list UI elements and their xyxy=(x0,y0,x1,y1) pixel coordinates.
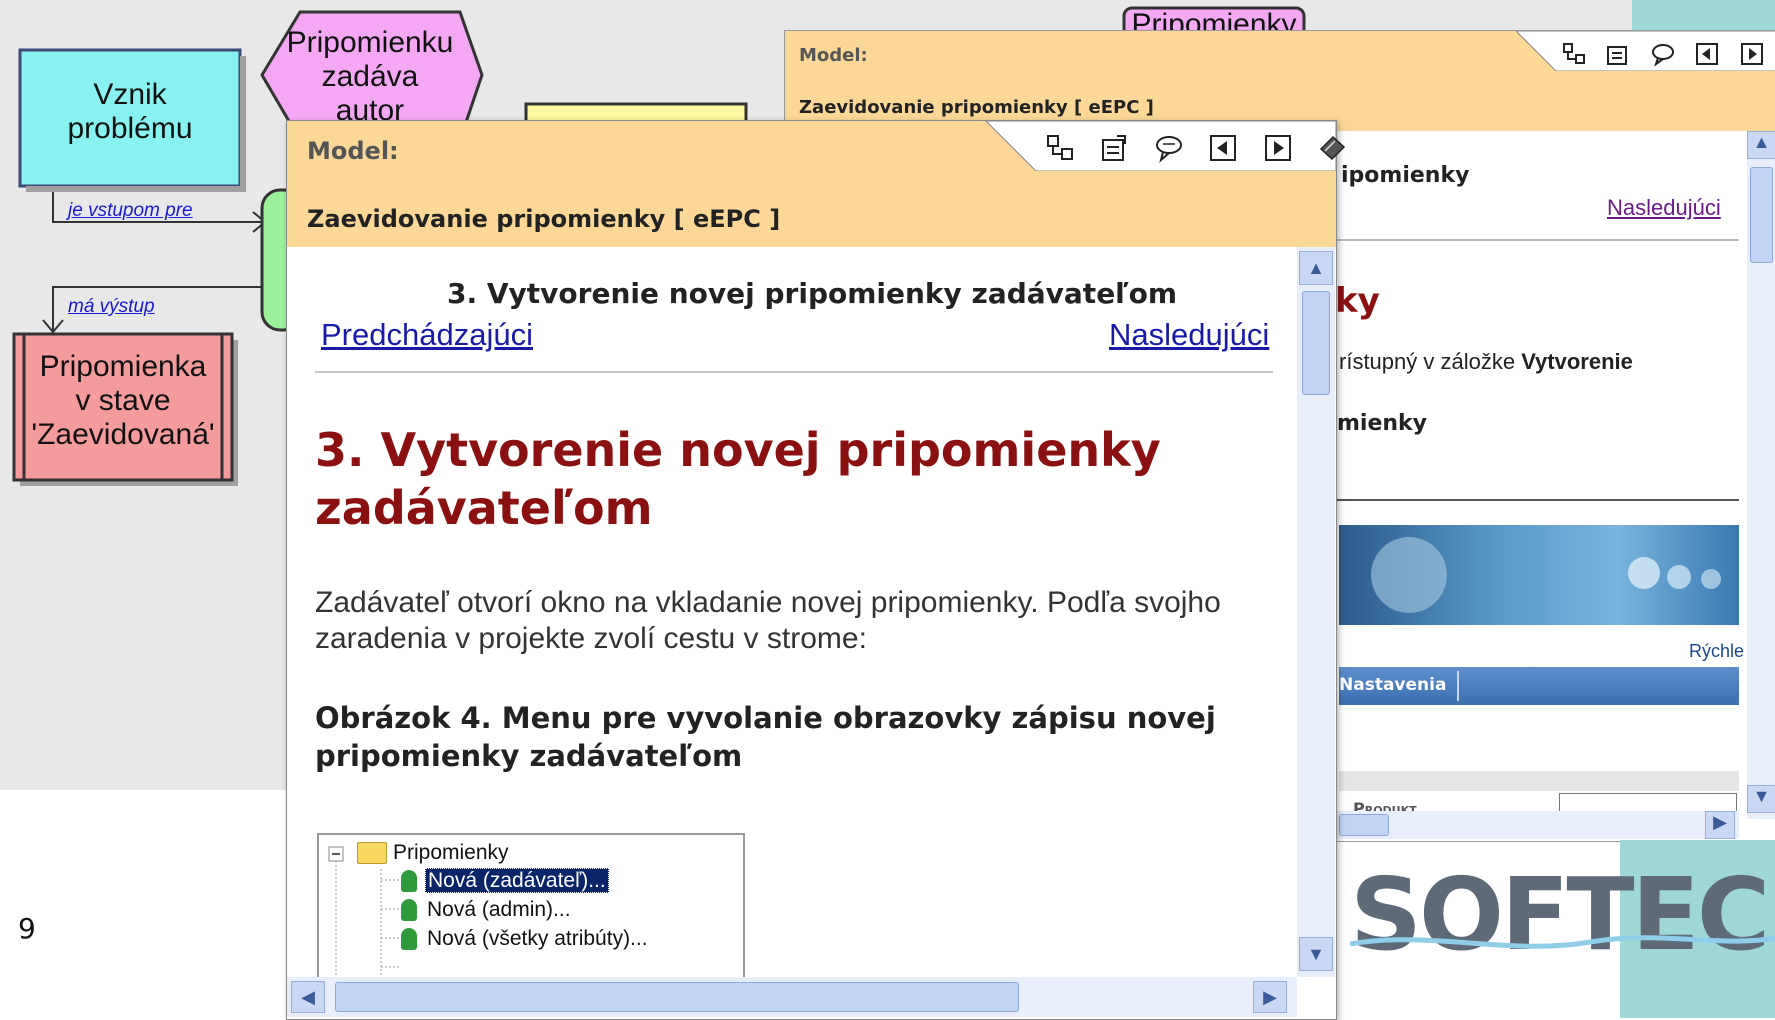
back-properties-icon[interactable] xyxy=(1605,41,1631,67)
back-scroll-right[interactable]: ▶ xyxy=(1705,811,1735,839)
back-comment-icon[interactable] xyxy=(1650,41,1676,67)
front-toolbar xyxy=(1045,133,1347,163)
back-frag-big: ky xyxy=(1335,281,1380,321)
prev-link[interactable]: Predchádzajúci xyxy=(321,317,533,353)
front-scroll-thumb[interactable] xyxy=(1302,291,1330,395)
front-scroll-right[interactable]: ▶ xyxy=(1253,981,1287,1013)
front-paragraph-line1: Zadávateľ otvorí okno na vkladanie novej… xyxy=(315,586,1221,619)
softec-logo: SOFTEC xyxy=(1350,860,1775,970)
front-model-label: Model: xyxy=(307,137,399,165)
figure-caption-line2: pripomienky zadávateľom xyxy=(315,739,743,773)
back-scroll-thumb[interactable] xyxy=(1750,167,1773,263)
back-frag-heading: ipomienky xyxy=(1341,163,1470,188)
edge-output-label[interactable]: má výstup xyxy=(68,296,155,318)
front-subheading: 3. Vytvorenie novej pripomienky zadávate… xyxy=(447,277,1178,310)
leaf-icon xyxy=(401,870,417,893)
hierarchy-icon[interactable] xyxy=(1045,133,1075,163)
back-banner-link[interactable]: Rýchle xyxy=(1689,641,1744,662)
back-frag-text: rístupný v záložke Vytvorenie xyxy=(1339,349,1633,375)
front-heading: 3. Vytvorenie novej pripomienky zadávate… xyxy=(315,421,1161,537)
leaf-icon xyxy=(401,928,417,951)
back-scroll-up[interactable]: ▲ xyxy=(1747,131,1775,159)
back-nav-tab[interactable]: Nastavenia xyxy=(1339,675,1446,695)
front-scroll-left[interactable]: ◀ xyxy=(291,981,325,1013)
back-toolbar xyxy=(1561,41,1775,67)
back-hierarchy-icon[interactable] xyxy=(1561,41,1587,67)
back-divider2 xyxy=(1335,499,1739,501)
properties-icon[interactable] xyxy=(1099,133,1129,163)
figure-caption-line1: Obrázok 4. Menu pre vyvolanie obrazovky … xyxy=(315,701,1216,735)
tree-root-label: Pripomienky xyxy=(393,841,509,864)
tree-item[interactable]: Nová (zadávateľ)... xyxy=(401,868,609,893)
back-window-title: Zaevidovanie pripomienky [ eEPC ] xyxy=(799,97,1154,118)
front-window[interactable]: Model: Zaevidovanie pripomienky [ eEPC ]… xyxy=(286,120,1346,1020)
tree-item-label: Nová (admin)... xyxy=(427,898,571,921)
back-nav-separator xyxy=(1457,671,1459,701)
vznik-problemu-label: Vznik problému xyxy=(67,78,193,145)
figure-caption: Obrázok 4. Menu pre vyvolanie obrazovky … xyxy=(315,699,1216,775)
back-banner-image xyxy=(1339,525,1739,625)
tree-item[interactable]: Nová (admin)... xyxy=(401,898,573,922)
front-window-header: Model: Zaevidovanie pripomienky [ eEPC ] xyxy=(287,121,1346,247)
back-frag-bold2: mienky xyxy=(1337,411,1428,436)
back-next-link[interactable]: Nasledujúci xyxy=(1607,195,1721,221)
edge-input-label[interactable]: je vstupom pre xyxy=(68,200,193,222)
back-window-header: Model: Zaevidovanie pripomienky [ eEPC ] xyxy=(785,31,1775,131)
front-paragraph-line2: zaradenia v projekte zvolí cestu v strom… xyxy=(315,622,867,655)
comment-icon[interactable] xyxy=(1154,133,1184,163)
next-link[interactable]: Nasledujúci xyxy=(1109,317,1269,353)
banner-graphics xyxy=(1371,537,1721,613)
back-back-icon[interactable] xyxy=(1694,41,1720,67)
back-gray-band xyxy=(1339,771,1739,791)
back-hscrollbar[interactable]: ▶ xyxy=(1335,811,1739,839)
back-hscroll-thumb[interactable] xyxy=(1339,814,1389,836)
softec-logo-wave xyxy=(1350,935,1775,949)
tree-root[interactable]: Pripomienky xyxy=(357,841,509,865)
forward-icon[interactable] xyxy=(1263,133,1293,163)
front-heading-line2: zadávateľom xyxy=(315,481,653,535)
front-content: 3. Vytvorenie novej pripomienky zadávate… xyxy=(287,247,1297,977)
tree-screenshot: Pripomienky Nová (zadávateľ)... Nová (ad… xyxy=(317,833,745,977)
tree-item-label: Nová (zadávateľ)... xyxy=(425,868,609,893)
front-heading-line1: 3. Vytvorenie novej pripomienky xyxy=(315,423,1161,477)
front-scroll-up[interactable]: ▲ xyxy=(1299,251,1333,285)
folder-icon xyxy=(357,842,387,865)
back-scroll-down[interactable]: ▼ xyxy=(1747,785,1775,813)
front-hscrollbar[interactable]: ◀ ▶ xyxy=(287,977,1297,1017)
front-vscrollbar[interactable]: ▲ ▼ xyxy=(1297,247,1335,977)
back-nav-bar: Nastavenia xyxy=(1339,667,1739,705)
back-vscrollbar[interactable]: ▲ ▼ xyxy=(1747,131,1775,819)
leaf-icon xyxy=(401,899,417,922)
back-model-label: Model: xyxy=(799,45,868,66)
back-frag-text-normal: rístupný v záložke xyxy=(1339,349,1522,374)
page-number: 9 xyxy=(18,912,36,945)
front-divider xyxy=(315,371,1273,373)
tree-item[interactable]: Nová (všetky atribúty)... xyxy=(401,927,650,951)
front-window-title: Zaevidovanie pripomienky [ eEPC ] xyxy=(307,205,781,233)
pripomienka-label: Pripomienka v stave 'Zaevidovaná' xyxy=(31,350,215,451)
front-hscroll-thumb[interactable] xyxy=(335,982,1019,1012)
back-forward-icon[interactable] xyxy=(1739,41,1765,67)
back-frag-text-bold: Vytvorenie xyxy=(1521,349,1633,374)
front-scroll-down[interactable]: ▼ xyxy=(1299,937,1333,971)
hex-label: Pripomienku zadáva autor xyxy=(286,26,454,127)
tree-item-label: Nová (všetky atribúty)... xyxy=(427,927,648,950)
book-icon[interactable] xyxy=(1317,133,1347,163)
back-divider xyxy=(1335,239,1739,241)
front-paragraph: Zadávateľ otvorí okno na vkladanie novej… xyxy=(315,585,1221,657)
back-icon[interactable] xyxy=(1208,133,1238,163)
